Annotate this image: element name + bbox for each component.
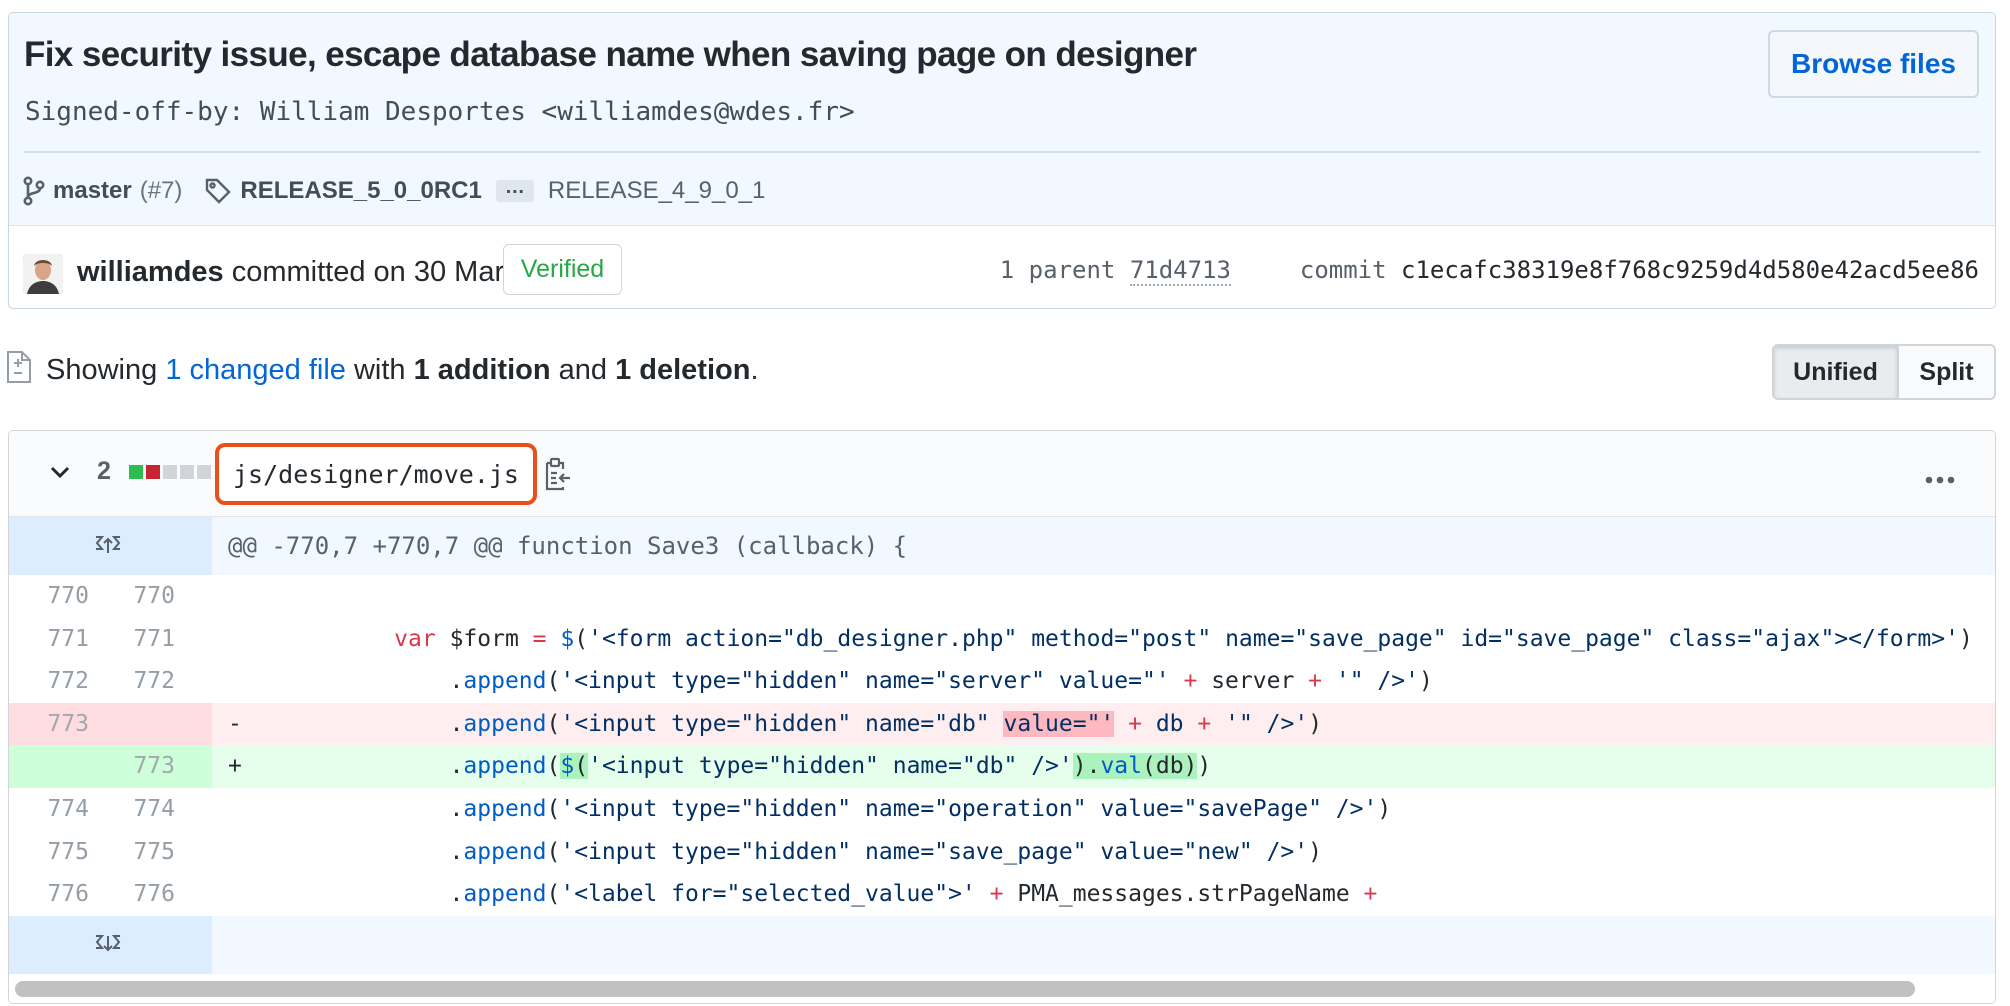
expand-up-icon[interactable] [93, 533, 123, 562]
diffstat-block-neutral [163, 465, 177, 479]
parent-count: 1 parent [999, 256, 1116, 284]
code-line: var $form = $('<form action="db_designer… [394, 625, 1973, 652]
parent-sha-link[interactable]: 71d4713 [1129, 256, 1231, 286]
old-line-number[interactable]: 774 [25, 788, 89, 831]
chevron-down-icon[interactable] [49, 461, 71, 488]
file-header: 2 js/designer/move.js [9, 431, 1995, 517]
new-line-number[interactable]: 774 [111, 788, 175, 831]
diff-summary-bar: Showing 1 changed file with 1 addition a… [0, 344, 2010, 400]
diff-line-776: 776 776 .append('<label for="selected_va… [9, 873, 1995, 916]
diff-view-toggle: Unified Split [1772, 344, 1996, 400]
diffstat-blocks [129, 465, 214, 479]
expand-down-icon[interactable] [93, 932, 123, 961]
verified-badge[interactable]: Verified [503, 244, 622, 295]
new-line-number[interactable]: 771 [111, 618, 175, 661]
commit-title: Fix security issue, escape database name… [24, 35, 1197, 74]
file-diff-icon [6, 350, 32, 389]
old-line-number[interactable]: 773 [25, 703, 89, 746]
browse-files-button[interactable]: Browse files [1768, 30, 1979, 98]
old-line-number[interactable]: 776 [25, 873, 89, 916]
new-line-number[interactable]: 770 [111, 575, 175, 618]
diff-line-770: 770 770 [9, 575, 1995, 618]
showing-label: Showing [46, 354, 158, 386]
hunk-header: @@ -770,7 +770,7 @@ function Save3 (call… [212, 517, 1995, 575]
diffstat-block-neutral [197, 465, 211, 479]
diffstat-block-add [129, 465, 143, 479]
diff-line-772: 772 772 .append('<input type="hidden" na… [9, 660, 1995, 703]
divider [24, 151, 1980, 153]
pull-request-link[interactable]: (#7) [140, 177, 183, 205]
new-line-number[interactable]: 772 [111, 660, 175, 703]
old-line-number[interactable]: 771 [25, 618, 89, 661]
diff-table: @@ -770,7 +770,7 @@ function Save3 (call… [9, 517, 1995, 974]
diff-line-added: 773 + .append($('<input type="hidden" na… [9, 745, 1995, 788]
expand-bottom-row [9, 915, 1995, 974]
diff-line-775: 775 775 .append('<input type="hidden" na… [9, 831, 1995, 874]
branch-link[interactable]: master [53, 177, 132, 205]
expand-gutter [9, 915, 212, 974]
diff-summary-text: Showing 1 changed file with 1 addition a… [46, 354, 759, 387]
and-label: and [558, 354, 608, 386]
new-line-number[interactable]: 775 [111, 831, 175, 874]
new-line-number[interactable]: 773 [111, 745, 175, 788]
expand-gutter [9, 517, 212, 575]
new-line-number[interactable]: 776 [111, 873, 175, 916]
tag-icon [204, 177, 232, 205]
diff-line-774: 774 774 .append('<input type="hidden" na… [9, 788, 1995, 831]
changed-files-link[interactable]: 1 changed file [165, 354, 346, 386]
code-line: .append('<input type="hidden" name="serv… [228, 668, 1433, 695]
horizontal-scrollbar[interactable] [9, 975, 1995, 1003]
code-line-deleted: - .append('<input type="hidden" name="db… [212, 702, 1995, 746]
file-path[interactable]: js/designer/move.js [215, 443, 537, 505]
changes-count: 2 [97, 457, 111, 485]
scrollbar-thumb[interactable] [15, 981, 1915, 997]
branch-tag-row: master (#7) RELEASE_5_0_0RC1 … RELEASE_4… [23, 173, 765, 209]
unified-view-button[interactable]: Unified [1774, 346, 1899, 398]
diff-line-771: 771 771 var $form = $('<form action="db_… [9, 618, 1995, 661]
code-line: .append('<input type="hidden" name="save… [228, 838, 1322, 865]
diffstat-block-neutral [180, 465, 194, 479]
diffstat-block-del [146, 465, 160, 479]
empty-code [212, 915, 1995, 974]
with-label: with [353, 354, 406, 386]
kebab-horizontal-icon[interactable] [1925, 471, 1955, 489]
clipboard-icon[interactable] [542, 457, 572, 496]
old-line-number[interactable]: 770 [25, 575, 89, 618]
file-diff: 2 js/designer/move.js @@ -770,7 +770,7 @… [8, 430, 1996, 1004]
commit-label: commit [1299, 256, 1387, 284]
deletions-count: 1 deletion [615, 354, 751, 386]
period: . [750, 354, 759, 386]
old-line-number[interactable]: 772 [25, 660, 89, 703]
commit-meta: 1 parent 71d4713 commit c1ecafc38319e8f7… [999, 256, 1979, 286]
split-view-button[interactable]: Split [1899, 346, 1994, 398]
commit-author-line: williamdes committed on 30 Mar [77, 256, 504, 289]
commit-sha: c1ecafc38319e8f768c9259d4d580e42acd5ee86 [1401, 256, 1979, 284]
git-branch-icon [23, 176, 45, 206]
diff-line-deleted: 773 - .append('<input type="hidden" name… [9, 702, 1995, 746]
tag-link-primary[interactable]: RELEASE_5_0_0RC1 [240, 177, 481, 205]
author-link[interactable]: williamdes [77, 256, 224, 288]
commit-description: Signed-off-by: William Desportes <willia… [25, 97, 855, 127]
deletion-marker: - [228, 710, 242, 737]
tag-link-secondary[interactable]: RELEASE_4_9_0_1 [548, 177, 766, 205]
code-line: .append('<input type="hidden" name="oper… [228, 795, 1392, 822]
code-line: .append('<label for="selected_value">' +… [228, 881, 1378, 908]
additions-count: 1 addition [413, 354, 551, 386]
committed-date: committed on 30 Mar [231, 256, 505, 288]
old-line-number[interactable]: 775 [25, 831, 89, 874]
commit-summary-area: Fix security issue, escape database name… [9, 13, 1995, 225]
addition-marker: + [228, 753, 242, 780]
avatar[interactable] [23, 254, 63, 294]
commit-author-row: williamdes committed on 30 Mar Verified … [9, 225, 1995, 308]
new-line-number[interactable] [111, 703, 175, 746]
old-line-number[interactable] [25, 745, 89, 788]
code-line-added: + .append($('<input type="hidden" name="… [212, 745, 1995, 788]
hunk-header-row: @@ -770,7 +770,7 @@ function Save3 (call… [9, 517, 1995, 575]
more-tags-button[interactable]: … [495, 177, 534, 202]
commit-header: Fix security issue, escape database name… [8, 12, 1996, 309]
